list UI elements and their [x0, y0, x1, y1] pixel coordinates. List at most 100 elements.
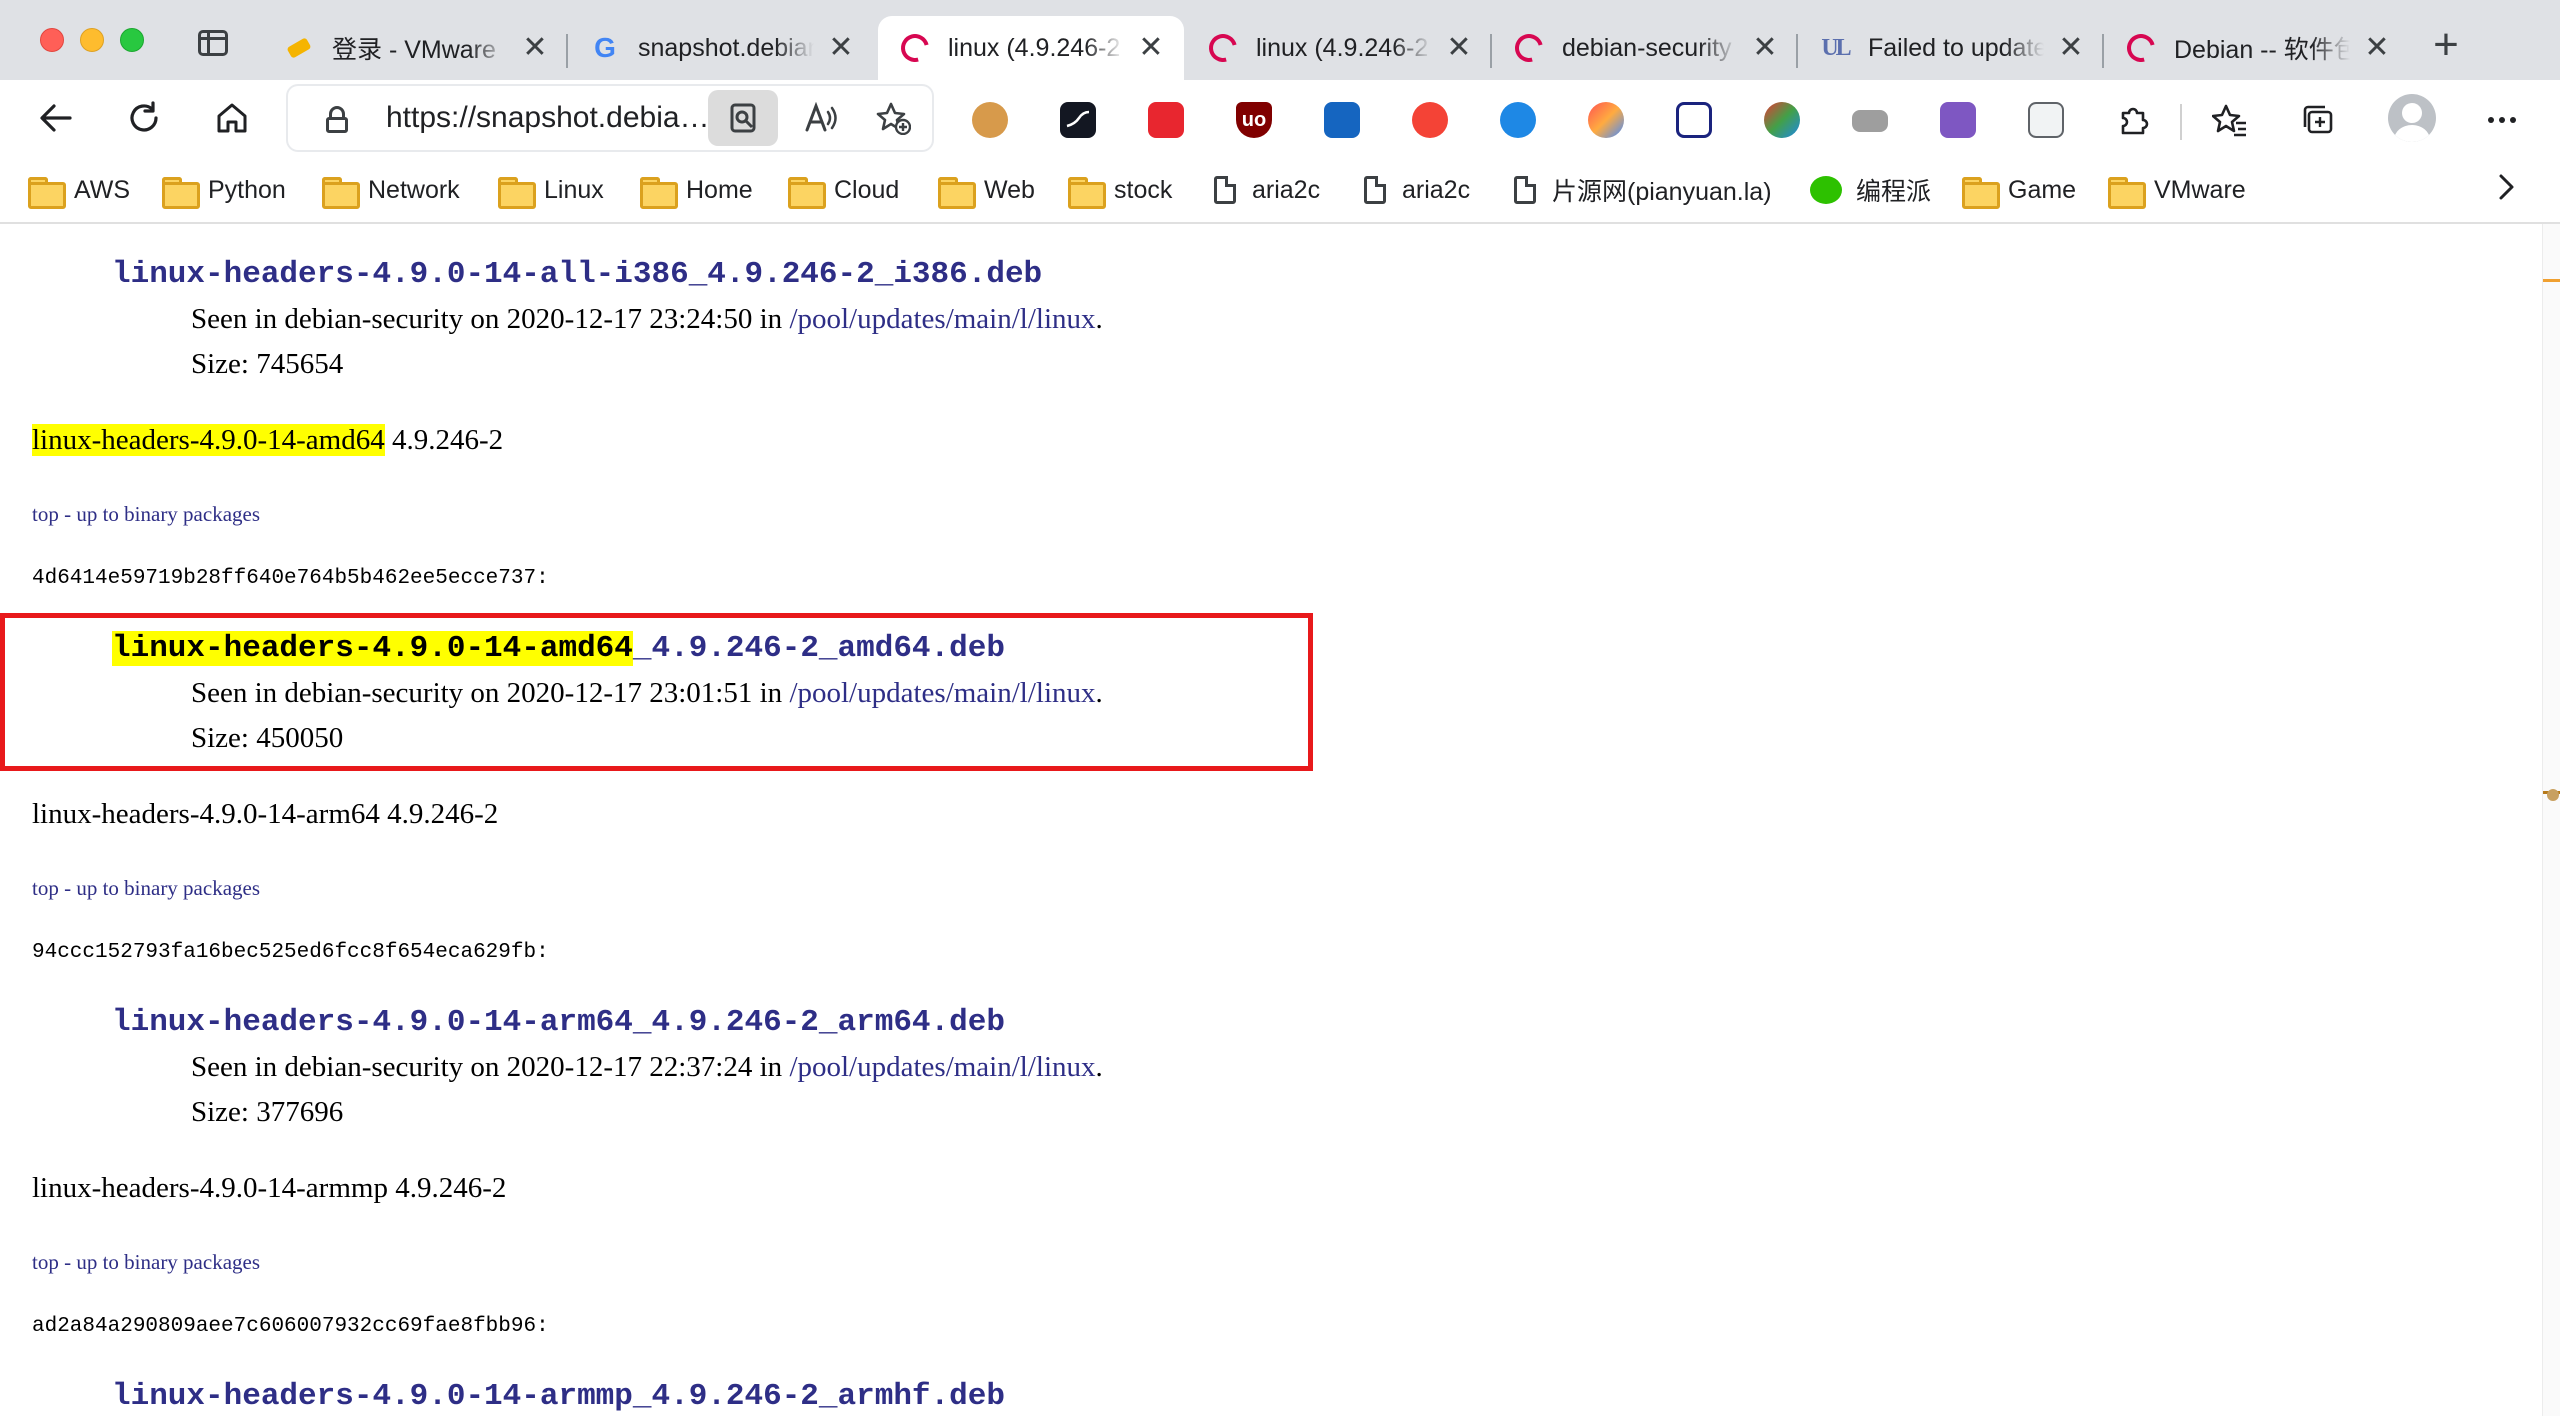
- close-window-button[interactable]: [40, 28, 64, 52]
- file-size: Size: 745654: [191, 348, 344, 380]
- mask-extension-icon[interactable]: [1500, 102, 1536, 138]
- page-icon: [1514, 176, 1536, 204]
- tab-debian-security[interactable]: debian-security ✕: [1492, 16, 1798, 80]
- tab-title: linux (4.9.246-2: [1256, 33, 1429, 62]
- seen-info: Seen in debian-security on 2020-12-17 23…: [191, 677, 1103, 709]
- close-tab-icon[interactable]: ✕: [1748, 31, 1782, 65]
- deb-file-link[interactable]: linux-headers-4.9.0-14-armmp_4.9.246-2_a…: [112, 1379, 1005, 1414]
- tab-title: snapshot.debian: [638, 33, 814, 62]
- deb-file-link[interactable]: linux-headers-4.9.0-14-amd64_4.9.246-2_a…: [112, 631, 1005, 666]
- pool-path-link[interactable]: /pool/updates/main/l/linux: [789, 303, 1095, 335]
- bookmark-label: 片源网(pianyuan.la): [1552, 178, 1772, 206]
- zoom-window-button[interactable]: [120, 28, 144, 52]
- tab-title: 登录 - VMware: [332, 36, 496, 64]
- dice-extension-icon[interactable]: [1148, 102, 1184, 138]
- bookmark-linux[interactable]: Linux: [498, 170, 604, 210]
- bookmark-aria2c-2[interactable]: aria2c: [1364, 170, 1470, 210]
- read-aloud-button[interactable]: [786, 90, 856, 146]
- favorites-button[interactable]: [2208, 98, 2252, 142]
- download-extension-icon[interactable]: [1940, 102, 1976, 138]
- close-tab-icon[interactable]: ✕: [824, 31, 858, 65]
- top-up-links[interactable]: top - up to binary packages: [32, 876, 260, 901]
- seen-info: Seen in debian-security on 2020-12-17 22…: [191, 1051, 1103, 1083]
- chart-extension-icon[interactable]: [1060, 102, 1096, 138]
- bookmark-web[interactable]: Web: [938, 170, 1035, 210]
- close-tab-icon[interactable]: ✕: [2360, 31, 2394, 65]
- tab-linux[interactable]: linux (4.9.246-2 ✕: [1186, 16, 1492, 80]
- pool-path-link[interactable]: /pool/updates/main/l/linux: [789, 677, 1095, 709]
- settings-more-button[interactable]: [2480, 98, 2524, 142]
- ul-icon: UL: [1821, 34, 1851, 61]
- deb-file-link[interactable]: linux-headers-4.9.0-14-all-i386_4.9.246-…: [112, 257, 1042, 292]
- password-extension-icon[interactable]: [1324, 102, 1360, 138]
- chevron-right-icon[interactable]: [2496, 172, 2516, 211]
- top-up-links[interactable]: top - up to binary packages: [32, 502, 260, 527]
- bookmark-aria2c-1[interactable]: aria2c: [1214, 170, 1320, 210]
- dots-extension-icon[interactable]: [1764, 102, 1800, 138]
- profile-avatar[interactable]: [2388, 94, 2436, 142]
- bookmark-python[interactable]: Python: [162, 170, 286, 210]
- file-size: Size: 377696: [191, 1096, 344, 1128]
- scroll-thumb[interactable]: [2547, 789, 2559, 801]
- colorful-extension-icon[interactable]: [1588, 102, 1624, 138]
- top-up-links[interactable]: top - up to binary packages: [32, 1250, 260, 1275]
- highlighted-package-name: linux-headers-4.9.0-14-amd64: [32, 424, 385, 456]
- bookmark-vmware[interactable]: VMware: [2108, 170, 2246, 210]
- extensions-button[interactable]: [2112, 98, 2156, 142]
- app-available-button[interactable]: [708, 90, 778, 146]
- bookmark-cloud[interactable]: Cloud: [788, 170, 899, 210]
- bars-extension-icon[interactable]: [1852, 110, 1888, 132]
- page-icon: [1214, 176, 1236, 204]
- bookmark-label: Network: [368, 175, 460, 204]
- bookmark-stock[interactable]: stock: [1068, 170, 1172, 210]
- tab-failed-to-update[interactable]: UL Failed to update ✕: [1798, 16, 2104, 80]
- tab-vmware-login[interactable]: 登录 - VMware ✕: [262, 16, 568, 80]
- page-content: linux-headers-4.9.0-14-all-i386_4.9.246-…: [0, 224, 2542, 1416]
- bookmark-aws[interactable]: AWS: [28, 170, 130, 210]
- minimize-window-button[interactable]: [80, 28, 104, 52]
- package-hash: ad2a84a290809aee7c606007932cc69fae8fbb96…: [32, 1315, 549, 1338]
- tab-actions-icon[interactable]: [198, 30, 228, 56]
- bookmark-label: AWS: [74, 175, 131, 204]
- folder-icon: [28, 177, 66, 209]
- tab-title: debian-security: [1562, 33, 1732, 62]
- back-button[interactable]: [32, 94, 80, 142]
- home-button[interactable]: [208, 94, 256, 142]
- bookmark-pianyuan[interactable]: 片源网(pianyuan.la): [1514, 170, 1772, 210]
- close-tab-icon[interactable]: ✕: [1442, 31, 1476, 65]
- bookmark-home[interactable]: Home: [640, 170, 753, 210]
- tab-title: linux (4.9.246-2: [948, 33, 1121, 62]
- close-tab-icon[interactable]: ✕: [2054, 31, 2088, 65]
- bookmark-bianchengpai[interactable]: 编程派: [1810, 170, 1931, 210]
- debian-icon: [1509, 28, 1549, 68]
- tab-snapshot-google[interactable]: G snapshot.debian ✕: [568, 16, 874, 80]
- ublock-extension-icon[interactable]: uo: [1236, 102, 1272, 138]
- vertical-scrollbar[interactable]: [2542, 224, 2560, 1416]
- bookmark-label: 编程派: [1856, 178, 1932, 206]
- tab-debian-packages[interactable]: Debian -- 软件包 ✕: [2104, 16, 2410, 80]
- google-icon: G: [594, 32, 616, 63]
- cookie-extension-icon[interactable]: [972, 102, 1008, 138]
- url-text[interactable]: https://snapshot.debian.org/package/linu…: [386, 101, 722, 135]
- bookmark-network[interactable]: Network: [322, 170, 460, 210]
- package-heading: linux-headers-4.9.0-14-armmp 4.9.246-2: [32, 1172, 507, 1204]
- deb-file-link[interactable]: linux-headers-4.9.0-14-arm64_4.9.246-2_a…: [112, 1005, 1005, 1040]
- pool-path-link[interactable]: /pool/updates/main/l/linux: [789, 1051, 1095, 1083]
- key-icon: [284, 33, 314, 63]
- debian-icon: [1203, 28, 1243, 68]
- bookmark-game[interactable]: Game: [1962, 170, 2076, 210]
- reload-button[interactable]: [120, 94, 168, 142]
- address-bar[interactable]: https://snapshot.debian.org/package/linu…: [286, 84, 934, 152]
- bookmark-label: Linux: [544, 175, 604, 204]
- tab-linux-active[interactable]: linux (4.9.246-2 ✕: [878, 16, 1184, 80]
- window-extension-icon[interactable]: [1676, 102, 1712, 138]
- collections-button[interactable]: [2296, 98, 2340, 142]
- close-tab-icon[interactable]: ✕: [518, 31, 552, 65]
- new-tab-button[interactable]: +: [2426, 23, 2466, 67]
- collections-icon: [2303, 105, 2333, 134]
- add-favorite-button[interactable]: [858, 90, 928, 146]
- bookmark-label: VMware: [2154, 175, 2246, 204]
- page-extension-icon[interactable]: [2028, 102, 2064, 138]
- timer-extension-icon[interactable]: [1412, 102, 1448, 138]
- close-tab-icon[interactable]: ✕: [1134, 31, 1168, 65]
